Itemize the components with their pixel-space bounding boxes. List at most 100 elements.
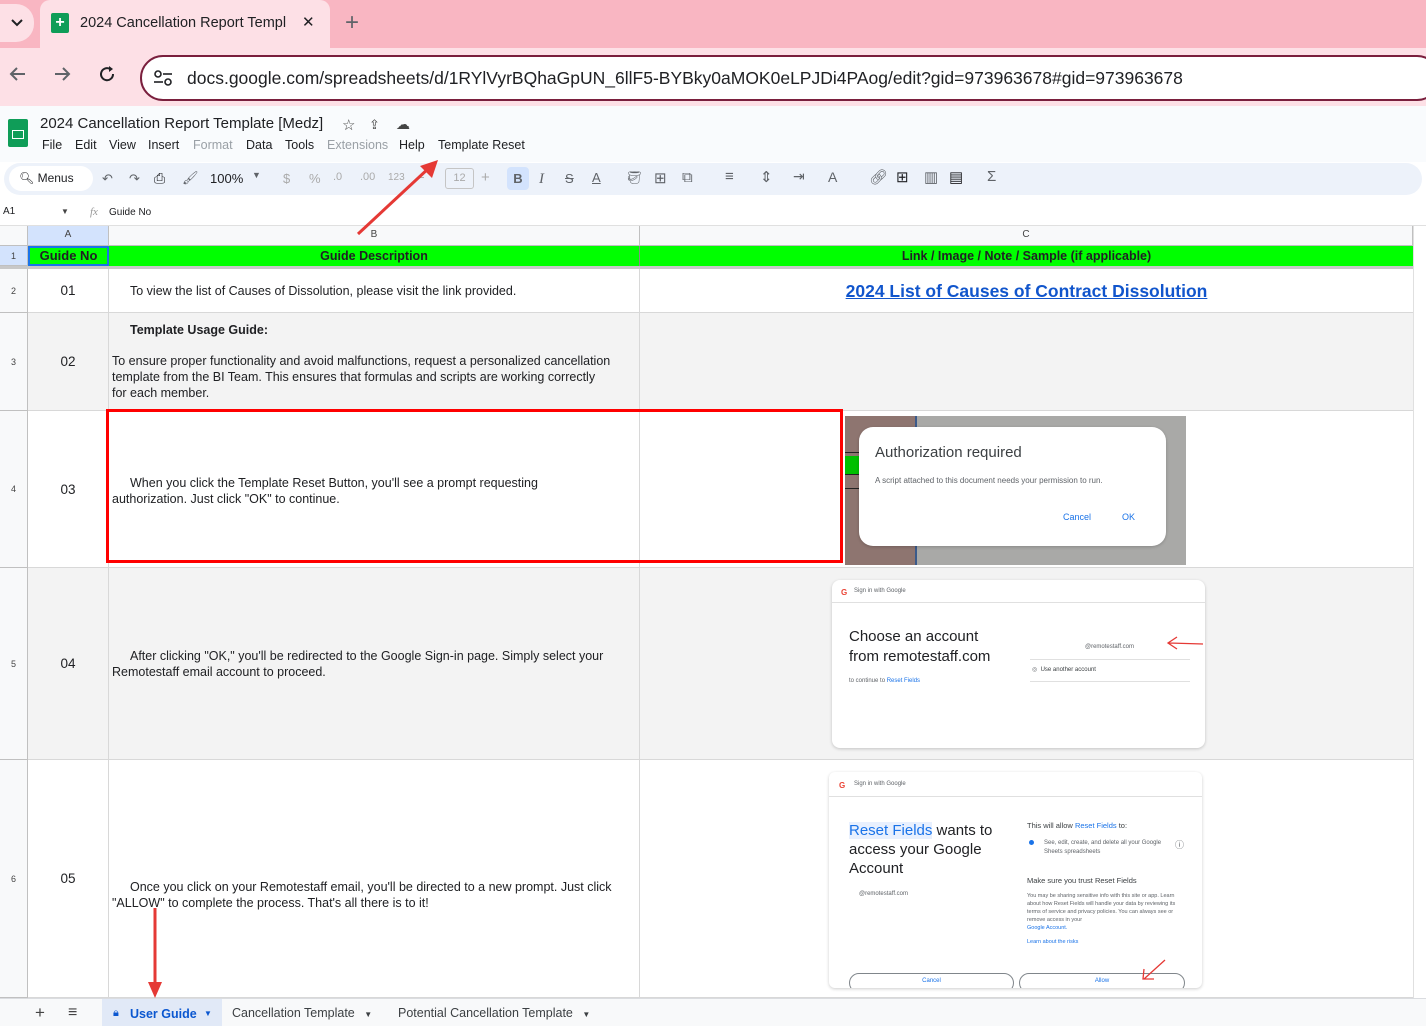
name-box[interactable]: A1 bbox=[3, 206, 15, 217]
cell-guide-description[interactable]: Once you click on your Remotestaff email… bbox=[109, 760, 640, 998]
signin-title-1: Choose an account bbox=[849, 628, 979, 645]
cell-guide-no[interactable]: 02 bbox=[28, 313, 109, 411]
red-arrow-icon bbox=[1142, 959, 1166, 980]
chevron-down-icon[interactable]: ▼ bbox=[61, 207, 69, 216]
merge-cells-icon[interactable]: ⧉ bbox=[682, 169, 693, 186]
site-settings-icon[interactable] bbox=[152, 67, 174, 89]
consent-learn-risks: Learn about the risks bbox=[1027, 939, 1079, 945]
column-header-a[interactable]: A bbox=[28, 226, 109, 246]
signin-account-email: @remotestaff.com bbox=[1085, 644, 1134, 650]
undo-icon[interactable]: ↶ bbox=[102, 171, 113, 187]
italic-button[interactable]: I bbox=[539, 171, 544, 188]
borders-icon[interactable]: ⊞ bbox=[654, 169, 667, 187]
link-icon[interactable]: 🔗︎ bbox=[869, 168, 888, 186]
document-title[interactable]: 2024 Cancellation Report Template [Medz] bbox=[40, 115, 323, 132]
auth-ok-button: OK bbox=[1122, 512, 1136, 522]
menu-extensions[interactable]: Extensions bbox=[327, 138, 388, 152]
header-guide-description[interactable]: Guide Description bbox=[109, 246, 640, 266]
chevron-down-icon[interactable]: ▼ bbox=[204, 1009, 212, 1018]
star-icon[interactable]: ☆ bbox=[342, 116, 355, 134]
causes-of-dissolution-link[interactable]: 2024 List of Causes of Contract Dissolut… bbox=[846, 281, 1208, 301]
sheet-tab-cancellation-template[interactable]: Cancellation Template ▼ bbox=[232, 1006, 372, 1020]
cell-guide-description[interactable]: To view the list of Causes of Dissolutio… bbox=[109, 269, 640, 313]
functions-icon[interactable]: Σ bbox=[987, 168, 996, 185]
header-link-image[interactable]: Link / Image / Note / Sample (if applica… bbox=[640, 246, 1413, 266]
menus-label: Menus bbox=[37, 171, 74, 185]
paint-format-icon[interactable]: 🖌︎ bbox=[182, 170, 199, 186]
strikethrough-button[interactable]: S bbox=[565, 171, 574, 186]
menu-insert[interactable]: Insert bbox=[148, 138, 179, 152]
cell-guide-no[interactable]: 03 bbox=[28, 411, 109, 568]
vertical-scrollbar[interactable] bbox=[1413, 226, 1426, 998]
menu-edit[interactable]: Edit bbox=[75, 138, 97, 152]
menu-tools[interactable]: Tools bbox=[285, 138, 314, 152]
cell-guide-description[interactable]: Template Usage Guide: To ensure proper f… bbox=[109, 313, 640, 411]
comment-icon[interactable]: ⊞ bbox=[896, 168, 909, 186]
cell-link[interactable] bbox=[640, 313, 1413, 411]
text-wrap-icon[interactable]: ⇥ bbox=[793, 168, 805, 185]
sheet-tab-user-guide[interactable]: 🔒︎ User Guide ▼ bbox=[102, 999, 222, 1026]
fill-color-icon[interactable]: 🪣︎ bbox=[626, 170, 643, 186]
row-header-1[interactable]: 1 bbox=[0, 246, 28, 266]
menu-data[interactable]: Data bbox=[246, 138, 272, 152]
info-icon: ⓘ bbox=[1175, 840, 1185, 850]
new-tab-button[interactable]: + bbox=[345, 9, 359, 37]
align-horizontal-icon[interactable]: ≡ bbox=[725, 168, 734, 185]
row-header-5[interactable]: 5 bbox=[0, 568, 28, 760]
column-header-c[interactable]: C bbox=[640, 226, 1413, 246]
filter-views-icon[interactable]: ▤ bbox=[949, 168, 963, 186]
row-header-4[interactable]: 4 bbox=[0, 411, 28, 568]
lock-icon: 🔒︎ bbox=[113, 1007, 119, 1019]
consent-cancel-button: Cancel bbox=[849, 973, 1014, 988]
currency-button[interactable]: $ bbox=[283, 171, 290, 186]
cell-guide-no[interactable]: 01 bbox=[28, 269, 109, 313]
menus-search[interactable]: 🔍︎ Menus bbox=[9, 166, 93, 191]
url-field[interactable]: docs.google.com/spreadsheets/d/1RYlVyrBQ… bbox=[140, 55, 1426, 101]
consent-header: Sign in with Google bbox=[854, 781, 906, 787]
align-vertical-icon[interactable]: ⇕ bbox=[760, 168, 773, 186]
cell-guide-no[interactable]: 04 bbox=[28, 568, 109, 760]
chart-icon[interactable]: ▥ bbox=[924, 168, 938, 186]
menu-help[interactable]: Help bbox=[399, 138, 425, 152]
row-header-3[interactable]: 3 bbox=[0, 313, 28, 411]
consent-allow-intro-2: to: bbox=[1116, 821, 1128, 830]
zoom-select[interactable]: 100% bbox=[210, 171, 243, 186]
row-header-6[interactable]: 6 bbox=[0, 760, 28, 998]
cell-guide-description[interactable]: After clicking "OK," you'll be redirecte… bbox=[109, 568, 640, 760]
text-rotation-icon[interactable]: A bbox=[828, 169, 837, 185]
auth-cancel-button: Cancel bbox=[1063, 512, 1092, 522]
menu-template-reset[interactable]: Template Reset bbox=[438, 138, 525, 152]
sheets-logo-icon[interactable] bbox=[8, 119, 28, 147]
row-header-2[interactable]: 2 bbox=[0, 269, 28, 313]
decrease-decimal-button[interactable]: .0 bbox=[333, 171, 342, 183]
tab-close-icon[interactable]: ✕ bbox=[302, 13, 315, 31]
redo-icon[interactable]: ↷ bbox=[129, 171, 140, 187]
chevron-down-icon[interactable]: ▼ bbox=[364, 1010, 372, 1019]
bold-button[interactable]: B bbox=[507, 167, 529, 190]
menu-format[interactable]: Format bbox=[193, 138, 233, 152]
back-arrow-icon[interactable] bbox=[8, 64, 28, 89]
menu-file[interactable]: File bbox=[42, 138, 62, 152]
menu-view[interactable]: View bbox=[109, 138, 136, 152]
cloud-status-icon[interactable]: ☁ bbox=[396, 116, 410, 133]
add-sheet-icon[interactable]: + bbox=[35, 1003, 45, 1023]
cell-guide-no[interactable]: 05 bbox=[28, 760, 109, 998]
chevron-down-icon[interactable]: ▼ bbox=[582, 1010, 590, 1019]
percent-button[interactable]: % bbox=[309, 171, 321, 186]
header-guide-no[interactable]: Guide No bbox=[28, 246, 109, 266]
consent-fine-print: You may be sharing sensitive info with t… bbox=[1027, 893, 1176, 923]
print-icon[interactable]: ⎙ bbox=[154, 170, 165, 187]
formula-input[interactable]: Guide No bbox=[109, 207, 151, 218]
text-color-button[interactable]: A bbox=[592, 170, 601, 185]
move-icon[interactable]: ⇪ bbox=[369, 117, 380, 133]
chevron-down-icon[interactable]: ▼ bbox=[252, 170, 261, 180]
reload-icon[interactable] bbox=[97, 64, 117, 89]
tab-search-button[interactable] bbox=[0, 4, 34, 42]
browser-tab[interactable]: + 2024 Cancellation Report Templ ✕ bbox=[40, 0, 330, 48]
sheet-tab-potential-cancellation-template[interactable]: Potential Cancellation Template ▼ bbox=[398, 1006, 590, 1020]
forward-arrow-icon[interactable] bbox=[52, 64, 72, 89]
cell-link[interactable]: 2024 List of Causes of Contract Dissolut… bbox=[640, 269, 1413, 313]
font-size-increase[interactable]: + bbox=[481, 169, 490, 186]
all-sheets-icon[interactable]: ≡ bbox=[68, 1004, 77, 1022]
select-all-corner[interactable] bbox=[0, 226, 28, 246]
